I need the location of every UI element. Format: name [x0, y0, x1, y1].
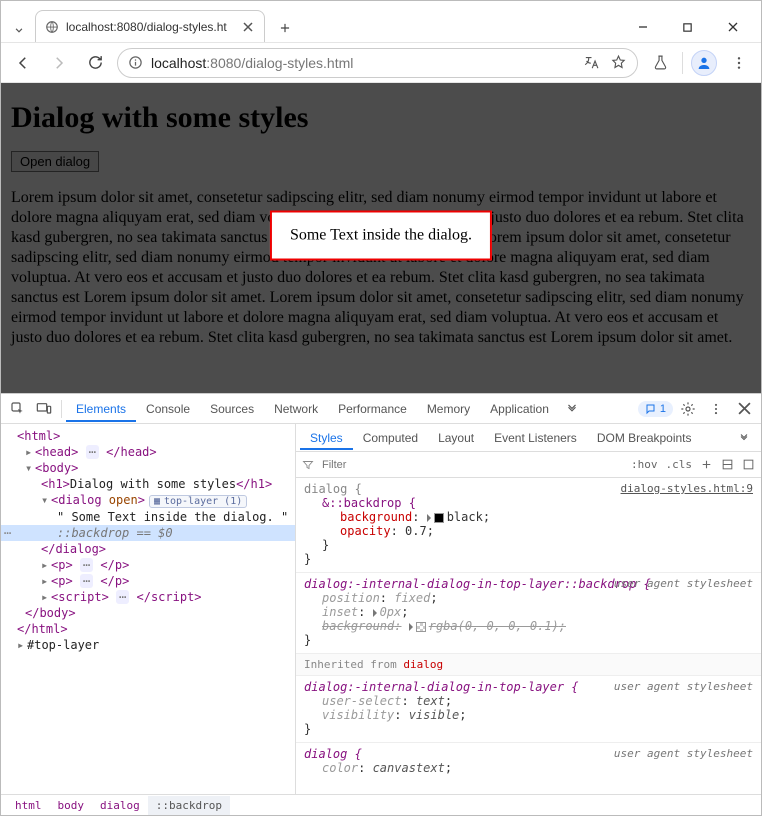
dialog-text: Some Text inside the dialog.	[290, 227, 472, 244]
selected-node[interactable]: ::backdrop == $0	[1, 525, 295, 541]
css-rule[interactable]: user agent stylesheet dialog { color: ca…	[296, 743, 761, 781]
tab-title: localhost:8080/dialog-styles.ht	[66, 20, 227, 34]
devtools-tabbar: Elements Console Sources Network Perform…	[1, 394, 761, 424]
page-viewport: Dialog with some styles Open dialog Lore…	[1, 83, 761, 393]
breadcrumb-item[interactable]: ::backdrop	[148, 796, 230, 815]
styles-pane: Styles Computed Layout Event Listeners D…	[296, 424, 761, 794]
tab-performance[interactable]: Performance	[328, 396, 417, 422]
titlebar: localhost:8080/dialog-styles.ht	[1, 1, 761, 43]
dialog: Some Text inside the dialog.	[270, 211, 492, 261]
rule-source: user agent stylesheet	[614, 680, 753, 693]
minimize-button[interactable]	[620, 12, 665, 42]
rule-source: user agent stylesheet	[614, 747, 753, 760]
styles-filter-input[interactable]	[320, 458, 625, 472]
inspect-icon[interactable]	[5, 396, 31, 422]
tab-application[interactable]: Application	[480, 396, 559, 422]
device-toggle-icon[interactable]	[31, 396, 57, 422]
tab-network[interactable]: Network	[264, 396, 328, 422]
subtab-styles[interactable]: Styles	[300, 426, 353, 450]
tabs-overflow-icon[interactable]	[559, 396, 585, 422]
translate-icon[interactable]	[583, 54, 600, 71]
tab-sources[interactable]: Sources	[200, 396, 264, 422]
profile-avatar-icon[interactable]	[691, 50, 717, 76]
forward-button[interactable]	[45, 49, 73, 77]
rendering-icon[interactable]	[742, 458, 755, 471]
tab-memory[interactable]: Memory	[417, 396, 480, 422]
inherited-header: Inherited from dialog	[296, 654, 761, 676]
browser-toolbar: localhost:8080/dialog-styles.html	[1, 43, 761, 83]
issues-badge[interactable]: 1	[638, 401, 673, 417]
breadcrumb-item[interactable]: dialog	[92, 796, 148, 815]
subtabs-overflow-icon[interactable]	[731, 425, 757, 451]
reload-button[interactable]	[81, 49, 109, 77]
subtab-computed[interactable]: Computed	[353, 426, 428, 450]
rule-source: user agent stylesheet	[614, 577, 753, 590]
cls-toggle[interactable]: .cls	[666, 458, 693, 471]
breadcrumb-item[interactable]: body	[50, 796, 93, 815]
new-tab-button[interactable]	[271, 14, 299, 42]
new-style-rule-icon[interactable]	[700, 458, 713, 471]
site-info-icon[interactable]	[128, 55, 143, 70]
css-rule[interactable]: user agent stylesheet dialog:-internal-d…	[296, 676, 761, 743]
labs-icon[interactable]	[646, 49, 674, 77]
subtab-dom-breakpoints[interactable]: DOM Breakpoints	[587, 426, 702, 450]
bookmark-star-icon[interactable]	[610, 54, 627, 71]
breadcrumb-item[interactable]: html	[7, 796, 50, 815]
styles-subtabs: Styles Computed Layout Event Listeners D…	[296, 424, 761, 452]
devtools: Elements Console Sources Network Perform…	[1, 393, 761, 816]
hov-toggle[interactable]: :hov	[631, 458, 658, 471]
address-bar[interactable]: localhost:8080/dialog-styles.html	[117, 48, 638, 78]
devtools-close-icon[interactable]	[731, 396, 757, 422]
back-button[interactable]	[9, 49, 37, 77]
maximize-button[interactable]	[665, 12, 710, 42]
tab-elements[interactable]: Elements	[66, 396, 136, 422]
styles-filter-bar: :hov .cls	[296, 452, 761, 478]
subtab-layout[interactable]: Layout	[428, 426, 484, 450]
url-text: localhost:8080/dialog-styles.html	[151, 55, 353, 71]
settings-gear-icon[interactable]	[675, 396, 701, 422]
rules-list[interactable]: dialog-styles.html:9 dialog { &::backdro…	[296, 478, 761, 794]
subtab-event-listeners[interactable]: Event Listeners	[484, 426, 587, 450]
elements-breadcrumb[interactable]: html body dialog ::backdrop	[1, 794, 761, 816]
css-rule[interactable]: dialog-styles.html:9 dialog { &::backdro…	[296, 478, 761, 573]
rule-source-link[interactable]: dialog-styles.html:9	[621, 482, 753, 495]
globe-icon	[44, 19, 60, 35]
elements-tree[interactable]: <html> ▸<head> ⋯ </head> ▾<body> <h1>Dia…	[1, 424, 296, 794]
browser-tab[interactable]: localhost:8080/dialog-styles.ht	[35, 10, 265, 42]
devtools-menu-icon[interactable]	[703, 396, 729, 422]
css-rule[interactable]: user agent stylesheet dialog:-internal-d…	[296, 573, 761, 654]
tab-list-chevron[interactable]	[7, 18, 31, 42]
filter-funnel-icon	[302, 459, 314, 471]
tab-console[interactable]: Console	[136, 396, 200, 422]
top-layer-pill[interactable]: ▦ top-layer (1)	[149, 495, 247, 508]
close-window-button[interactable]	[710, 12, 755, 42]
computed-styles-icon[interactable]	[721, 458, 734, 471]
browser-menu-icon[interactable]	[725, 49, 753, 77]
window-controls	[620, 12, 755, 42]
tab-close-icon[interactable]	[240, 19, 256, 35]
